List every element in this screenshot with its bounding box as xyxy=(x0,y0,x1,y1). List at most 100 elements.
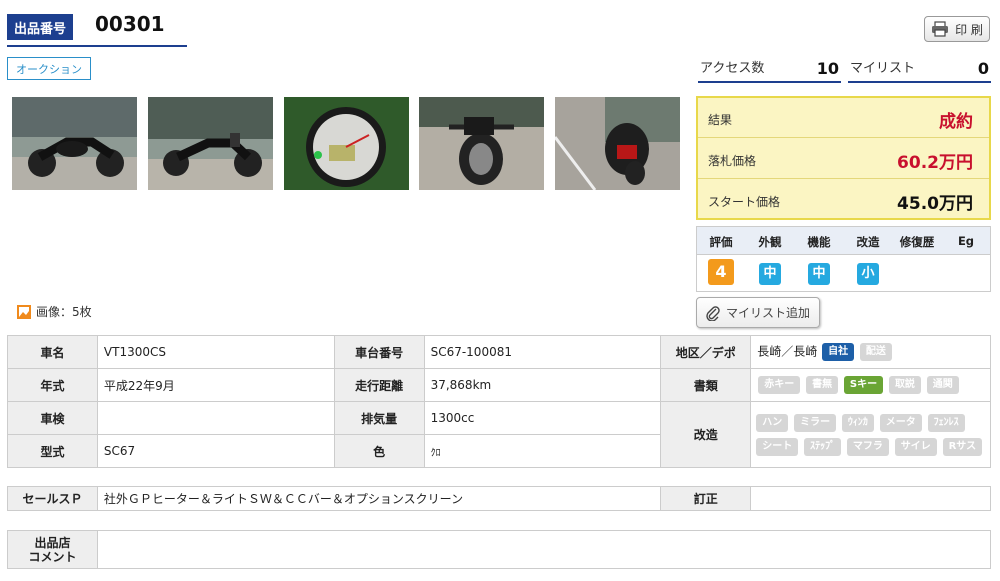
region-value: 長崎／長崎 xyxy=(757,344,818,359)
access-label: アクセス数 xyxy=(700,61,765,76)
add-to-mylist-button[interactable]: マイリスト追加 xyxy=(696,297,820,328)
color-label: 色 xyxy=(333,434,425,468)
displacement-label: 排気量 xyxy=(333,401,425,435)
add-to-mylist-label: マイリスト追加 xyxy=(725,306,810,320)
image-count-label: 画像：5枚 xyxy=(36,305,92,319)
pill-delivery: 配送 xyxy=(859,343,892,361)
spec-table: 車名 VT1300CS 車台番号 SC67-100081 地区／デポ 長崎／長崎… xyxy=(7,335,991,468)
inspection-label: 車検 xyxy=(7,401,98,435)
comment-label-line1: 出品店 xyxy=(34,535,71,550)
correction-value xyxy=(750,486,991,511)
docs-label: 書類 xyxy=(660,368,752,402)
car-name-value: VT1300CS xyxy=(96,335,335,369)
grade-eval-badge: 4 xyxy=(708,259,734,285)
grade-header-function: 機能 xyxy=(807,235,831,249)
sales-point-label: セールスＰ xyxy=(7,486,98,511)
pill-manual: 取説 xyxy=(888,376,921,394)
grade-table: 評価 外観 機能 改造 修復歴 Eg 4 中 中 小 xyxy=(696,226,991,292)
pill-handle: ハン xyxy=(756,413,789,432)
result-row: 結果 成約 xyxy=(698,98,989,138)
pill-inhouse: 自社 xyxy=(822,343,855,361)
mylist-value: 0 xyxy=(977,59,989,78)
access-counter: アクセス数 10 xyxy=(698,55,841,83)
image-icon xyxy=(17,304,31,319)
model-label: 型式 xyxy=(7,434,98,468)
grade-mod-badge: 小 xyxy=(857,263,879,285)
photo-thumb-4[interactable] xyxy=(419,97,544,190)
result-label: 結果 xyxy=(708,113,733,127)
photo-thumb-1[interactable] xyxy=(12,97,137,190)
region-cell: 長崎／長崎 自社 配送 xyxy=(750,335,991,369)
start-price-value: 45.0万円 xyxy=(897,194,973,214)
comment-value xyxy=(96,530,992,569)
pill-fenderless: ﾌｪﾝﾚｽ xyxy=(927,413,965,432)
start-price-label: スタート価格 xyxy=(708,195,781,209)
grade-header-mod: 改造 xyxy=(856,235,880,249)
docs-cell: 赤キー 書無 Sキー 取説 通関 xyxy=(750,368,991,402)
mylist-label: マイリスト xyxy=(850,61,916,76)
lot-number: 00301 xyxy=(95,12,165,36)
grade-header-eval: 評価 xyxy=(709,235,733,249)
lot-underline xyxy=(7,45,187,47)
pill-red-key: 赤キー xyxy=(758,376,801,394)
mylist-counter: マイリスト 0 xyxy=(848,55,991,83)
mileage-label: 走行距離 xyxy=(333,368,425,402)
grade-header-repair: 修復歴 xyxy=(899,235,935,249)
lot-number-label: 出品番号 xyxy=(7,14,73,40)
spec-row: 年式 平成22年9月 走行距離 37,868km 書類 赤キー 書無 Sキー 取… xyxy=(7,368,991,402)
grade-header-eg: Eg xyxy=(957,234,975,248)
pill-no-docs: 書無 xyxy=(806,376,839,394)
result-value: 成約 xyxy=(939,112,973,132)
photo-thumb-5[interactable] xyxy=(555,97,680,190)
access-value: 10 xyxy=(816,59,839,78)
print-button[interactable]: 印 刷 xyxy=(924,16,990,42)
paperclip-icon xyxy=(706,305,720,321)
spec-row: 車名 VT1300CS 車台番号 SC67-100081 地区／デポ 長崎／長崎… xyxy=(7,335,991,369)
mileage-value: 37,868km xyxy=(423,368,662,402)
year-value: 平成22年9月 xyxy=(96,368,335,402)
color-value: ｸﾛ xyxy=(423,434,662,468)
mod-pills-row1: ハン ミラー ｳｨﾝｶ メータ ﾌｪﾝﾚｽ xyxy=(755,413,986,433)
photo-thumb-2[interactable] xyxy=(148,97,273,190)
comment-label: 出品店 コメント xyxy=(7,530,98,569)
bid-price-label: 落札価格 xyxy=(708,154,757,168)
model-value: SC67 xyxy=(96,434,335,468)
image-count: 画像：5枚 xyxy=(16,303,92,320)
sales-point-value: 社外ＧＰヒーター＆ライトＳＷ＆ＣＣバー＆オプションスクリーン xyxy=(96,486,662,511)
pill-silencer: サイレ xyxy=(894,437,937,456)
grade-header: 評価 外観 機能 改造 修復歴 Eg xyxy=(697,227,990,255)
result-box: 結果 成約 落札価格 60.2万円 スタート価格 45.0万円 xyxy=(696,96,991,220)
bid-price-row: 落札価格 60.2万円 xyxy=(698,139,989,179)
mod-label: 改造 xyxy=(660,401,752,468)
spec-row: 車検 排気量 1300cc 改造 ハン ミラー ｳｨﾝｶ メータ ﾌｪﾝﾚｽ シ… xyxy=(7,401,991,468)
pill-seat: シート xyxy=(756,437,799,456)
displacement-value: 1300cc xyxy=(423,401,662,435)
inspection-value xyxy=(96,401,335,435)
comment-label-line2: コメント xyxy=(28,549,77,564)
mod-cell: ハン ミラー ｳｨﾝｶ メータ ﾌｪﾝﾚｽ シート ｽﾃｯﾌﾟ マフラ サイレ … xyxy=(750,401,991,468)
pill-s-key: Sキー xyxy=(843,376,884,394)
region-label: 地区／デポ xyxy=(660,335,752,369)
pill-customs: 通関 xyxy=(926,376,959,394)
photo-thumb-3[interactable] xyxy=(284,97,409,190)
bid-price-value: 60.2万円 xyxy=(897,153,973,173)
printer-icon xyxy=(932,21,949,37)
year-label: 年式 xyxy=(7,368,98,402)
comment-table: 出品店 コメント xyxy=(7,530,992,569)
pill-mirror: ミラー xyxy=(794,413,837,432)
grade-function-badge: 中 xyxy=(808,263,830,285)
start-price-row: スタート価格 45.0万円 xyxy=(698,180,989,220)
car-name-label: 車名 xyxy=(7,335,98,369)
pill-rear-sus: Rサス xyxy=(942,437,983,456)
pill-step: ｽﾃｯﾌﾟ xyxy=(804,437,842,456)
grade-header-exterior: 外観 xyxy=(758,235,782,249)
pill-meter: メータ xyxy=(879,413,922,432)
correction-label: 訂正 xyxy=(660,486,752,511)
grade-exterior-badge: 中 xyxy=(759,263,781,285)
frame-number-value: SC67-100081 xyxy=(423,335,662,369)
mod-pills-row2: シート ｽﾃｯﾌﾟ マフラ サイレ Rサス xyxy=(755,437,986,457)
pill-winker: ｳｨﾝｶ xyxy=(841,413,874,432)
frame-number-label: 車台番号 xyxy=(333,335,425,369)
pill-muffler: マフラ xyxy=(846,437,889,456)
auction-button[interactable]: オークション xyxy=(7,57,91,80)
